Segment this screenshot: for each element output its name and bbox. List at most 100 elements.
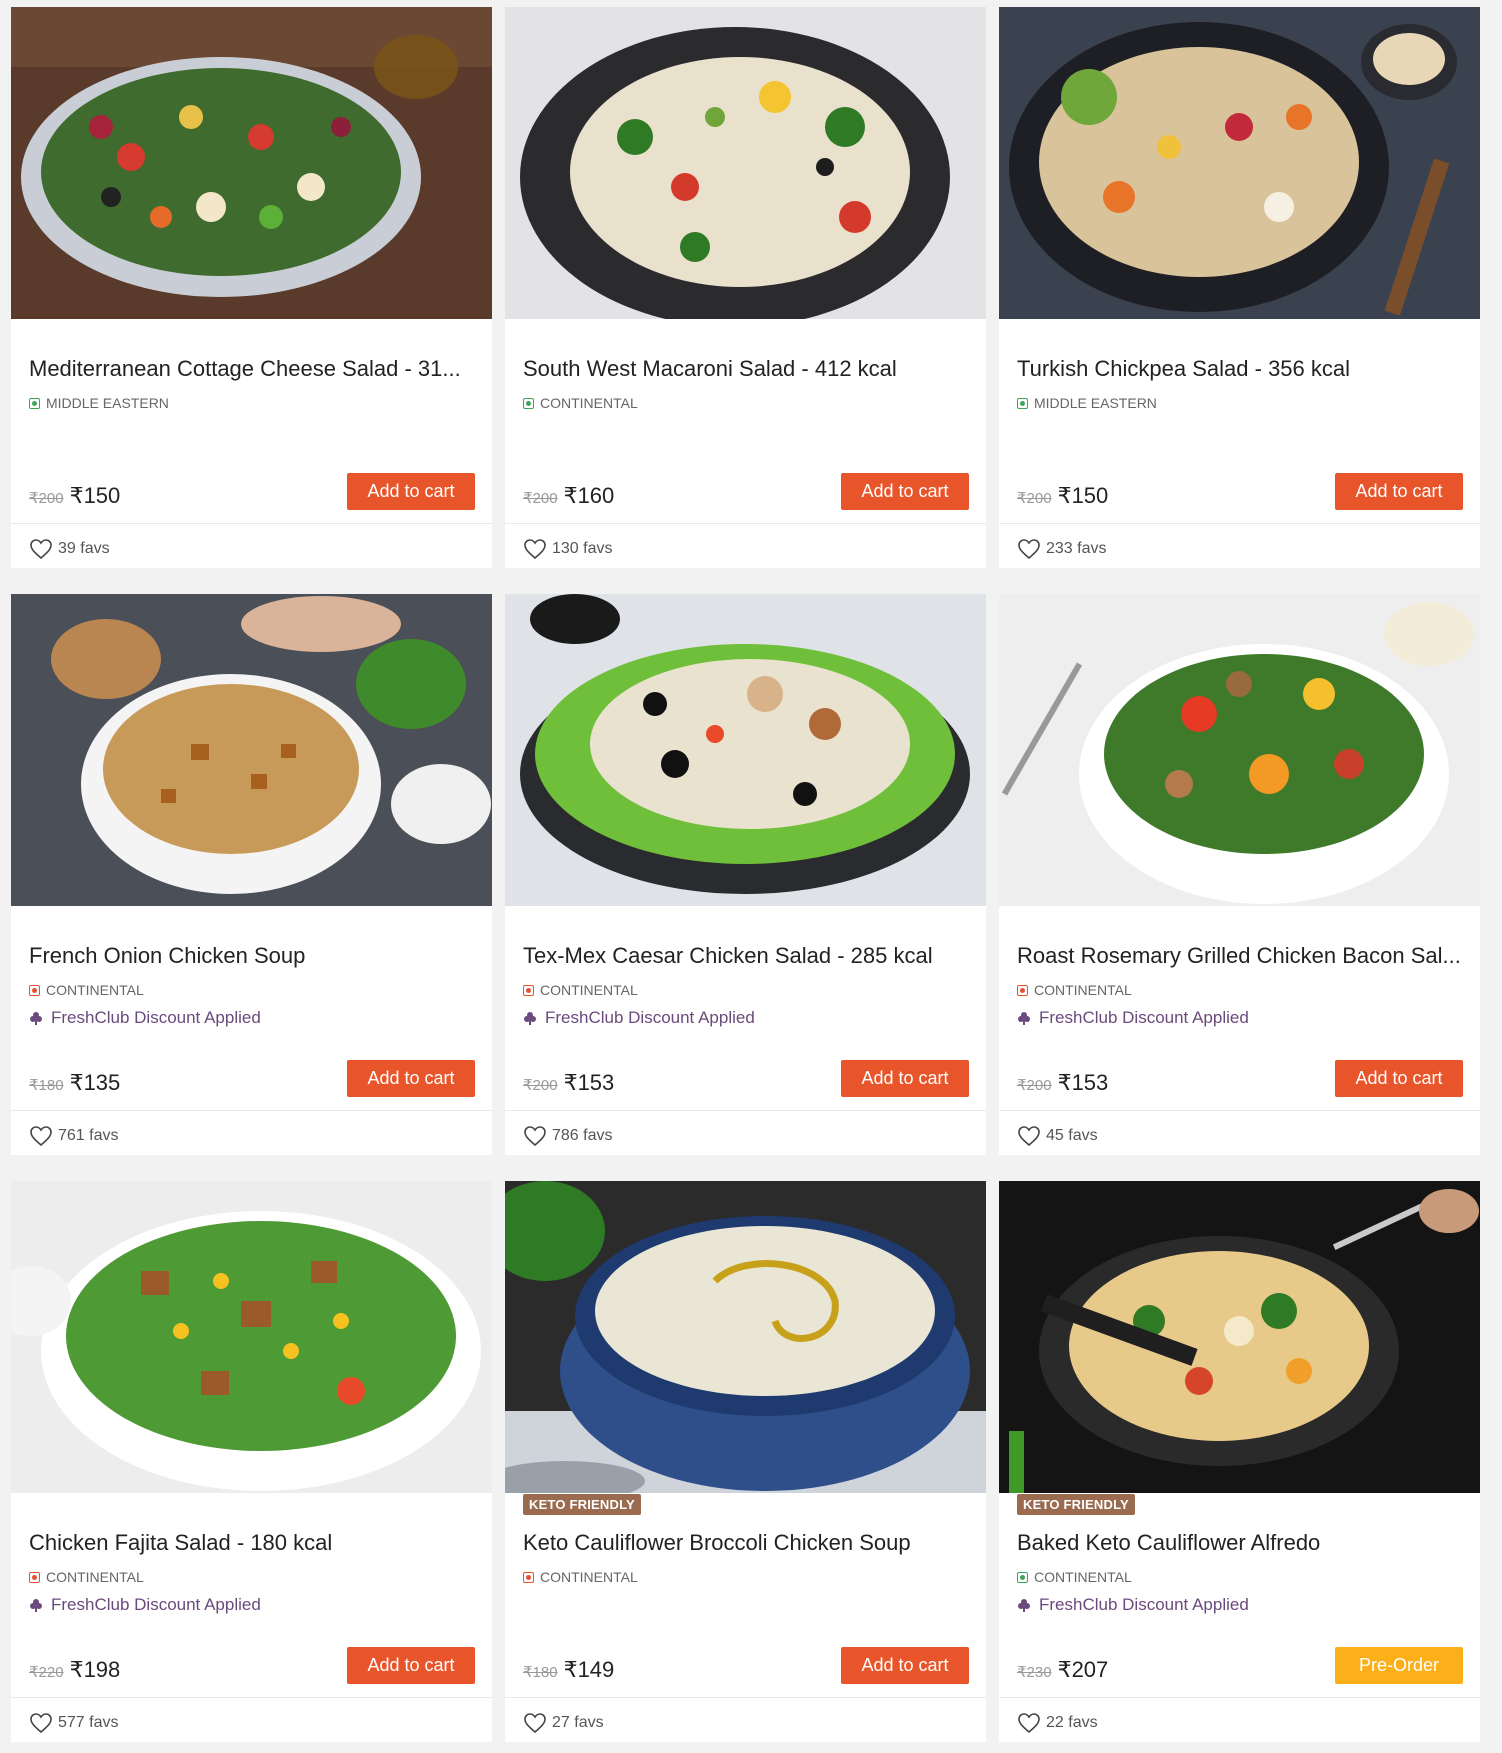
original-price: ₹180: [29, 1077, 64, 1094]
add-to-cart-button[interactable]: Add to cart: [841, 473, 969, 510]
favs-count: 761 favs: [58, 1127, 119, 1144]
favs[interactable]: 786 favs: [523, 1125, 612, 1147]
cuisine-tag: CONTINENTAL: [1017, 982, 1132, 998]
sale-price: ₹150: [69, 483, 121, 508]
product-card[interactable]: South West Macaroni Salad - 412 kcal CON…: [505, 7, 986, 568]
cuisine-label: CONTINENTAL: [540, 982, 638, 998]
veg-icon: [523, 397, 534, 409]
freshclub-discount: FreshClub Discount Applied: [523, 1008, 755, 1028]
product-title[interactable]: Keto Cauliflower Broccoli Chicken Soup: [523, 1530, 973, 1556]
original-price: ₹200: [523, 490, 558, 507]
favs[interactable]: 22 favs: [1017, 1712, 1098, 1734]
heart-icon[interactable]: [1017, 1712, 1041, 1734]
favs-count: 27 favs: [552, 1714, 604, 1731]
product-title[interactable]: Tex-Mex Caesar Chicken Salad - 285 kcal: [523, 943, 973, 969]
product-title[interactable]: Baked Keto Cauliflower Alfredo: [1017, 1530, 1467, 1556]
price: ₹200 ₹153: [1017, 1070, 1108, 1096]
freshclub-discount: FreshClub Discount Applied: [29, 1008, 261, 1028]
divider: [999, 523, 1480, 524]
product-grid: Mediterranean Cottage Cheese Salad - 31.…: [0, 0, 1502, 1753]
add-to-cart-button[interactable]: Add to cart: [841, 1060, 969, 1097]
favs-count: 577 favs: [58, 1714, 119, 1731]
original-price: ₹200: [523, 1077, 558, 1094]
add-to-cart-button[interactable]: Add to cart: [347, 1060, 475, 1097]
add-to-cart-button[interactable]: Add to cart: [347, 1647, 475, 1684]
product-title[interactable]: Turkish Chickpea Salad - 356 kcal: [1017, 356, 1467, 382]
product-title[interactable]: Mediterranean Cottage Cheese Salad - 31.…: [29, 356, 479, 382]
favs[interactable]: 577 favs: [29, 1712, 118, 1734]
product-image[interactable]: [505, 1181, 986, 1493]
cuisine-label: MIDDLE EASTERN: [1034, 395, 1157, 411]
product-image[interactable]: [11, 1181, 492, 1493]
favs[interactable]: 130 favs: [523, 538, 612, 560]
cuisine-tag: CONTINENTAL: [523, 1569, 638, 1585]
product-image[interactable]: [999, 7, 1480, 319]
favs-count: 786 favs: [552, 1127, 613, 1144]
product-card[interactable]: KETO FRIENDLY Keto Cauliflower Broccoli …: [505, 1181, 986, 1742]
product-title[interactable]: Chicken Fajita Salad - 180 kcal: [29, 1530, 479, 1556]
non-veg-icon: [29, 1571, 40, 1583]
divider: [505, 1697, 986, 1698]
divider: [505, 523, 986, 524]
favs[interactable]: 27 favs: [523, 1712, 604, 1734]
product-image[interactable]: [505, 7, 986, 319]
add-to-cart-button[interactable]: Add to cart: [347, 473, 475, 510]
add-to-cart-button[interactable]: Add to cart: [841, 1647, 969, 1684]
product-image[interactable]: [505, 594, 986, 906]
product-card[interactable]: Roast Rosemary Grilled Chicken Bacon Sal…: [999, 594, 1480, 1155]
cuisine-label: CONTINENTAL: [540, 1569, 638, 1585]
heart-icon[interactable]: [29, 1125, 53, 1147]
product-image[interactable]: [11, 7, 492, 319]
favs[interactable]: 39 favs: [29, 538, 110, 560]
add-to-cart-button[interactable]: Add to cart: [1335, 473, 1463, 510]
heart-icon[interactable]: [523, 1712, 547, 1734]
cuisine-label: CONTINENTAL: [46, 1569, 144, 1585]
divider: [11, 1697, 492, 1698]
discount-label: FreshClub Discount Applied: [51, 1008, 261, 1027]
cuisine-tag: CONTINENTAL: [29, 1569, 144, 1585]
heart-icon[interactable]: [1017, 1125, 1041, 1147]
original-price: ₹200: [29, 490, 64, 507]
product-card[interactable]: Chicken Fajita Salad - 180 kcal CONTINEN…: [11, 1181, 492, 1742]
club-icon: [524, 1012, 536, 1025]
sale-price: ₹160: [563, 483, 615, 508]
price: ₹180 ₹149: [523, 1657, 614, 1683]
veg-icon: [1017, 397, 1028, 409]
favs[interactable]: 45 favs: [1017, 1125, 1098, 1147]
favs-count: 45 favs: [1046, 1127, 1098, 1144]
favs[interactable]: 761 favs: [29, 1125, 118, 1147]
product-image[interactable]: [999, 1181, 1480, 1493]
original-price: ₹200: [1017, 1077, 1052, 1094]
price: ₹220 ₹198: [29, 1657, 120, 1683]
divider: [999, 1110, 1480, 1111]
price: ₹200 ₹150: [29, 483, 120, 509]
heart-icon[interactable]: [29, 1712, 53, 1734]
product-card[interactable]: French Onion Chicken Soup CONTINENTAL Fr…: [11, 594, 492, 1155]
divider: [505, 1110, 986, 1111]
cuisine-tag: MIDDLE EASTERN: [29, 395, 169, 411]
heart-icon[interactable]: [1017, 538, 1041, 560]
favs-count: 233 favs: [1046, 540, 1107, 557]
product-image[interactable]: [11, 594, 492, 906]
sale-price: ₹150: [1057, 483, 1109, 508]
heart-icon[interactable]: [523, 538, 547, 560]
product-title[interactable]: Roast Rosemary Grilled Chicken Bacon Sal…: [1017, 943, 1467, 969]
cuisine-label: CONTINENTAL: [1034, 1569, 1132, 1585]
product-image[interactable]: [999, 594, 1480, 906]
product-card[interactable]: Turkish Chickpea Salad - 356 kcal MIDDLE…: [999, 7, 1480, 568]
favs[interactable]: 233 favs: [1017, 538, 1106, 560]
sale-price: ₹198: [69, 1657, 121, 1682]
heart-icon[interactable]: [523, 1125, 547, 1147]
pre-order-button[interactable]: Pre-Order: [1335, 1647, 1463, 1684]
product-title[interactable]: French Onion Chicken Soup: [29, 943, 479, 969]
discount-label: FreshClub Discount Applied: [51, 1595, 261, 1614]
product-card[interactable]: Tex-Mex Caesar Chicken Salad - 285 kcal …: [505, 594, 986, 1155]
add-to-cart-button[interactable]: Add to cart: [1335, 1060, 1463, 1097]
product-title[interactable]: South West Macaroni Salad - 412 kcal: [523, 356, 973, 382]
original-price: ₹180: [523, 1664, 558, 1681]
cuisine-label: CONTINENTAL: [1034, 982, 1132, 998]
product-card[interactable]: Mediterranean Cottage Cheese Salad - 31.…: [11, 7, 492, 568]
product-card[interactable]: KETO FRIENDLY Baked Keto Cauliflower Alf…: [999, 1181, 1480, 1742]
original-price: ₹200: [1017, 490, 1052, 507]
heart-icon[interactable]: [29, 538, 53, 560]
